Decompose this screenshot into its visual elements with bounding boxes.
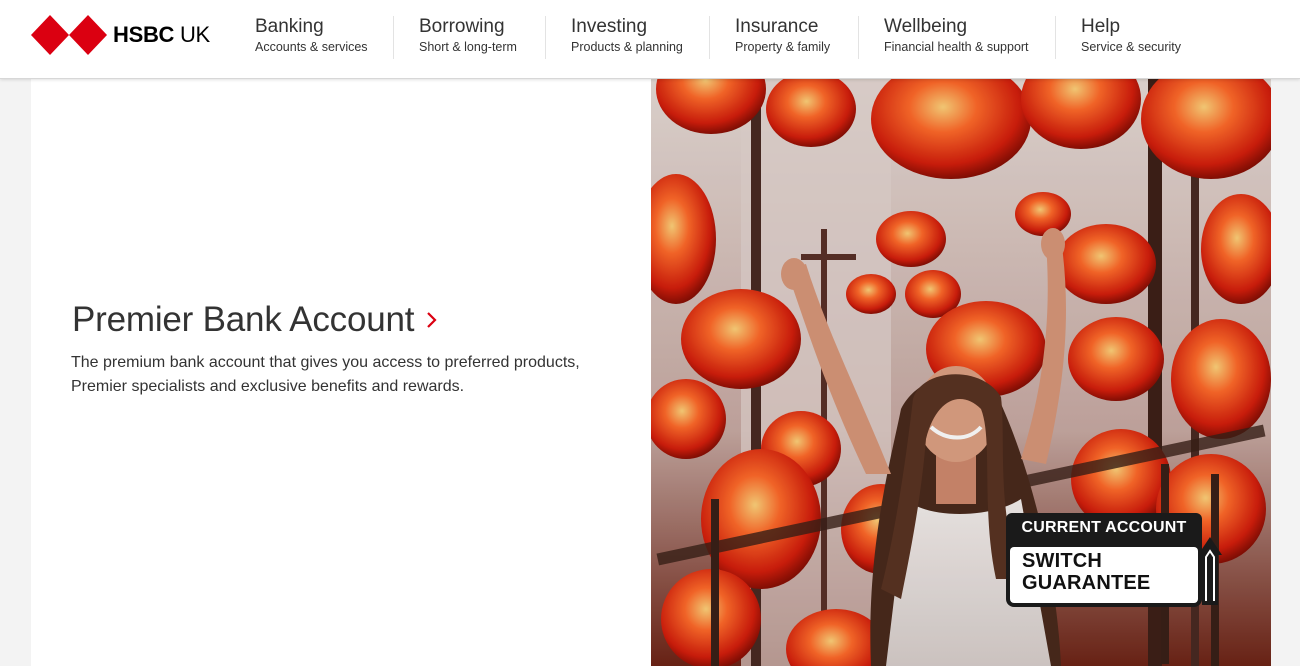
- badge-inner: SWITCH GUARANTEE: [1010, 547, 1198, 603]
- nav-item-title: Borrowing: [419, 16, 505, 37]
- chevron-right-icon: [427, 312, 437, 328]
- nav-divider: [709, 16, 710, 59]
- nav-item-subtitle: Financial health & support: [884, 40, 1029, 54]
- hsbc-logo[interactable]: HSBC UK: [31, 15, 210, 55]
- nav-item-title: Banking: [255, 16, 324, 37]
- hero-description: The premium bank account that gives you …: [71, 354, 580, 395]
- badge-body: SWITCH GUARANTEE: [1006, 543, 1202, 607]
- switch-arrow-icon: [1198, 537, 1222, 605]
- badge-line1: SWITCH: [1022, 550, 1103, 572]
- nav-divider: [1055, 16, 1056, 59]
- nav-item-investing[interactable]: Investing Products & planning: [571, 16, 683, 62]
- hero-title: Premier Bank Account: [72, 300, 415, 339]
- nav-item-subtitle: Products & planning: [571, 40, 683, 54]
- nav-item-title: Investing: [571, 16, 648, 37]
- nav-item-subtitle: Short & long-term: [419, 40, 517, 54]
- nav-item-subtitle: Accounts & services: [255, 40, 368, 54]
- hexagon-logo-icon: [31, 15, 107, 55]
- badge-top-text: CURRENT ACCOUNT: [1006, 513, 1202, 543]
- nav-item-banking[interactable]: Banking Accounts & services: [255, 16, 368, 62]
- nav-item-help[interactable]: Help Service & security: [1081, 16, 1181, 62]
- nav-divider: [545, 16, 546, 59]
- badge-line2: GUARANTEE: [1022, 572, 1151, 594]
- nav-divider: [858, 16, 859, 59]
- switch-guarantee-badge: CURRENT ACCOUNT SWITCH GUARANTEE: [1006, 513, 1224, 609]
- nav-item-insurance[interactable]: Insurance Property & family: [735, 16, 830, 62]
- nav-item-subtitle: Property & family: [735, 40, 831, 54]
- nav-divider: [393, 16, 394, 59]
- premier-bank-account-link[interactable]: Premier Bank Account: [72, 300, 438, 340]
- nav-item-title: Insurance: [735, 16, 819, 37]
- site-header: HSBC UK Banking Accounts & services Borr…: [0, 0, 1300, 79]
- nav-item-title: Help: [1081, 16, 1121, 37]
- nav-item-wellbeing[interactable]: Wellbeing Financial health & support: [884, 16, 1029, 62]
- nav-item-title: Wellbeing: [884, 16, 968, 37]
- nav-item-subtitle: Service & security: [1081, 40, 1182, 54]
- logo-wordmark: HSBC UK: [113, 22, 210, 47]
- nav-item-borrowing[interactable]: Borrowing Short & long-term: [419, 16, 517, 62]
